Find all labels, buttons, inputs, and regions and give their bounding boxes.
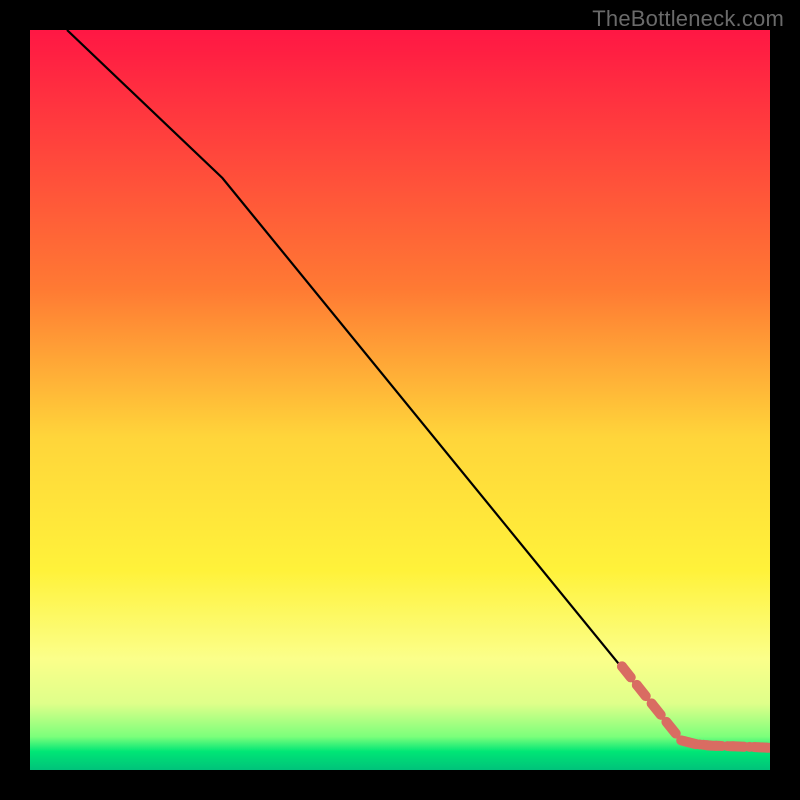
highlight-dot [617,661,627,671]
plot-area [30,30,770,770]
highlight-dot [632,680,642,690]
highlight-dots [617,661,770,752]
watermark-text: TheBottleneck.com [592,6,784,32]
chart-overlay [30,30,770,770]
highlight-dot [661,717,671,727]
bottleneck-curve [67,30,770,748]
chart-root: TheBottleneck.com [0,0,800,800]
highlight-segment [622,666,770,747]
highlight-dot [647,698,657,708]
